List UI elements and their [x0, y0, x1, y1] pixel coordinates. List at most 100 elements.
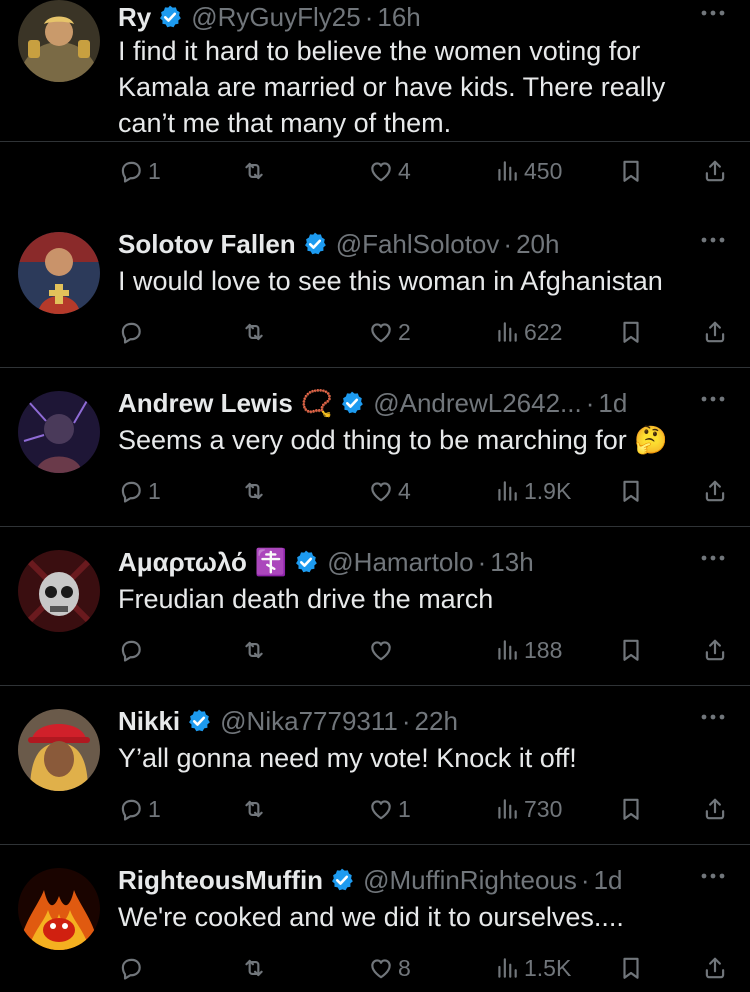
retweet-button[interactable]: [241, 317, 271, 347]
reply-icon: [118, 478, 144, 504]
timestamp[interactable]: 13h: [490, 547, 533, 578]
timestamp[interactable]: 16h: [377, 2, 420, 33]
action-bar: 2 622: [118, 317, 730, 347]
bookmark-button[interactable]: [618, 794, 644, 824]
tweet[interactable]: Αμαρτωλό ☦️ @Hamartolo · 13h Freudian de…: [0, 527, 750, 686]
avatar[interactable]: [18, 0, 100, 82]
handle[interactable]: @MuffinRighteous: [363, 865, 577, 896]
like-button[interactable]: 1: [368, 794, 411, 824]
more-icon[interactable]: [698, 389, 728, 409]
verified-badge-icon: [293, 549, 319, 575]
separator-dot: ·: [477, 546, 487, 577]
reply-button[interactable]: 1: [118, 476, 161, 506]
views-button[interactable]: 1.5K: [494, 953, 571, 983]
heart-icon: [368, 158, 394, 184]
share-icon: [702, 319, 728, 345]
like-button[interactable]: [368, 635, 398, 665]
retweet-button[interactable]: [241, 476, 271, 506]
like-count: 4: [398, 157, 411, 184]
more-icon[interactable]: [698, 707, 728, 727]
like-button[interactable]: 4: [368, 156, 411, 186]
separator-dot: ·: [364, 1, 374, 32]
timestamp[interactable]: 1d: [598, 388, 627, 419]
share-button[interactable]: [702, 156, 728, 186]
avatar[interactable]: [18, 868, 100, 950]
bookmark-button[interactable]: [618, 156, 644, 186]
tweet[interactable]: RighteousMuffin @MuffinRighteous · 1d We…: [0, 845, 750, 992]
reply-button[interactable]: 1: [118, 156, 161, 186]
more-icon[interactable]: [698, 230, 728, 250]
timestamp[interactable]: 20h: [516, 229, 559, 260]
view-count: 622: [524, 318, 563, 345]
retweet-button[interactable]: [241, 156, 271, 186]
avatar[interactable]: [18, 391, 100, 473]
avatar[interactable]: [18, 550, 100, 632]
more-icon[interactable]: [698, 548, 728, 568]
tweet[interactable]: Ry @RyGuyFly25 · 16h I find it hard to b…: [0, 0, 750, 184]
display-name[interactable]: Nikki: [118, 706, 180, 737]
avatar[interactable]: [18, 232, 100, 314]
tweet-header: Nikki @Nika7779311 · 22h: [118, 704, 750, 738]
more-icon[interactable]: [698, 3, 728, 23]
share-button[interactable]: [702, 794, 728, 824]
bookmark-icon: [618, 158, 644, 184]
retweet-button[interactable]: [241, 794, 271, 824]
bookmark-button[interactable]: [618, 953, 644, 983]
reply-button[interactable]: [118, 635, 148, 665]
retweet-button[interactable]: [241, 635, 271, 665]
share-icon: [702, 796, 728, 822]
separator-dot: ·: [580, 864, 590, 895]
timestamp[interactable]: 22h: [415, 706, 458, 737]
display-name[interactable]: Αμαρτωλό: [118, 547, 247, 578]
orthodox-cross-emoji: ☦️: [254, 546, 288, 577]
tweet[interactable]: Nikki @Nika7779311 · 22h Y’all gonna nee…: [0, 686, 750, 845]
bookmark-button[interactable]: [618, 317, 644, 347]
tweet[interactable]: Solotov Fallen @FahlSolotov · 20h I woul…: [0, 209, 750, 368]
handle[interactable]: @RyGuyFly25: [191, 2, 360, 33]
bookmark-icon: [618, 955, 644, 981]
share-button[interactable]: [702, 635, 728, 665]
display-name[interactable]: Ry: [118, 2, 151, 33]
avatar[interactable]: [18, 709, 100, 791]
handle[interactable]: @FahlSolotov: [336, 229, 500, 260]
views-button[interactable]: 450: [494, 156, 562, 186]
share-button[interactable]: [702, 476, 728, 506]
handle[interactable]: @AndrewL2642...: [373, 388, 582, 419]
reply-button[interactable]: 1: [118, 794, 161, 824]
timestamp[interactable]: 1d: [594, 865, 623, 896]
views-button[interactable]: 622: [494, 317, 562, 347]
retweet-icon: [241, 478, 267, 504]
bookmark-button[interactable]: [618, 476, 644, 506]
reply-icon: [118, 319, 144, 345]
tweet-text: I find it hard to believe the women voti…: [118, 36, 666, 138]
tweet[interactable]: Andrew Lewis 📿 @AndrewL2642... · 1d Seem…: [0, 368, 750, 527]
tweet-text: Y’all gonna need my vote! Knock it off!: [118, 743, 577, 773]
views-button[interactable]: 1.9K: [494, 476, 571, 506]
like-button[interactable]: 4: [368, 476, 411, 506]
share-button[interactable]: [702, 317, 728, 347]
reply-icon: [118, 637, 144, 663]
display-name[interactable]: Solotov Fallen: [118, 229, 296, 260]
views-icon: [494, 319, 520, 345]
tweet-text: I would love to see this woman in Afghan…: [118, 266, 663, 296]
reply-icon: [118, 796, 144, 822]
share-button[interactable]: [702, 953, 728, 983]
bookmark-button[interactable]: [618, 635, 644, 665]
retweet-button[interactable]: [241, 953, 271, 983]
tweet-header: Andrew Lewis 📿 @AndrewL2642... · 1d: [118, 386, 750, 420]
handle[interactable]: @Hamartolo: [327, 547, 473, 578]
like-button[interactable]: 2: [368, 317, 411, 347]
display-name[interactable]: Andrew Lewis: [118, 388, 293, 419]
view-count: 730: [524, 795, 563, 822]
display-name[interactable]: RighteousMuffin: [118, 865, 323, 896]
verified-badge-icon: [329, 867, 355, 893]
reply-button[interactable]: [118, 317, 148, 347]
views-button[interactable]: 730: [494, 794, 562, 824]
verified-badge-icon: [302, 231, 328, 257]
view-count: 450: [524, 157, 563, 184]
reply-button[interactable]: [118, 953, 148, 983]
handle[interactable]: @Nika7779311: [220, 706, 398, 737]
like-button[interactable]: 8: [368, 953, 411, 983]
views-button[interactable]: 188: [494, 635, 562, 665]
more-icon[interactable]: [698, 866, 728, 886]
